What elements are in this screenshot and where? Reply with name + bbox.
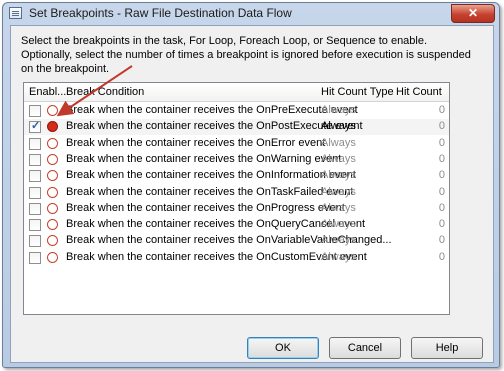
breakpoint-row[interactable]: Break when the container receives the On… (24, 136, 449, 152)
enabled-checkbox[interactable] (29, 219, 41, 232)
breakpoint-row[interactable]: Break when the container receives the On… (24, 168, 449, 184)
break-condition-text: Break when the container receives the On… (66, 136, 326, 149)
title-bar[interactable]: Set Breakpoints - Raw File Destination D… (3, 3, 499, 23)
dialog-body: Select the breakpoints in the task, For … (10, 25, 494, 363)
dialog-icon (9, 7, 22, 19)
breakpoint-icon (47, 170, 58, 182)
breakpoint-icon (47, 153, 58, 165)
hit-count-cell[interactable]: 0 (439, 218, 445, 230)
hit-count-type-cell[interactable]: Always (321, 120, 356, 132)
breakpoint-icon (47, 251, 58, 263)
hit-count-cell[interactable]: 0 (439, 251, 445, 263)
breakpoint-icon (47, 105, 58, 116)
hit-count-type-cell[interactable]: Always (321, 186, 356, 198)
breakpoint-icon (47, 121, 58, 133)
hit-count-cell[interactable]: 0 (439, 202, 445, 214)
grid-header: Enabl... Break Condition Hit Count Type … (24, 83, 449, 102)
hit-count-type-cell[interactable]: Always (321, 234, 356, 246)
hit-count-cell[interactable]: 0 (439, 137, 445, 149)
breakpoint-icon (47, 186, 58, 198)
breakpoint-row[interactable]: Break when the container receives the On… (24, 217, 449, 233)
window-title: Set Breakpoints - Raw File Destination D… (29, 6, 292, 20)
help-button[interactable]: Help (411, 337, 483, 359)
enabled-checkbox[interactable] (29, 153, 41, 166)
hit-count-type-cell[interactable]: Always (321, 202, 356, 214)
break-condition-text: Break when the container receives the On… (66, 185, 354, 198)
hit-count-cell[interactable]: 0 (439, 153, 445, 165)
hit-count-type-cell[interactable]: Always (321, 218, 356, 230)
hit-count-cell[interactable]: 0 (439, 234, 445, 246)
breakpoint-row[interactable]: Break when the container receives the On… (24, 119, 449, 136)
hit-count-type-cell[interactable]: Always (321, 137, 356, 149)
hit-count-cell[interactable]: 0 (439, 120, 445, 132)
break-condition-text: Break when the container receives the On… (66, 169, 356, 182)
cancel-button[interactable]: Cancel (329, 337, 401, 359)
column-header-hit-count[interactable]: Hit Count (396, 86, 442, 98)
breakpoint-row[interactable]: Break when the container receives the On… (24, 233, 449, 249)
enabled-checkbox[interactable] (29, 186, 41, 199)
breakpoint-icon (47, 235, 58, 247)
hit-count-cell[interactable]: 0 (439, 104, 445, 116)
breakpoints-grid: Enabl... Break Condition Hit Count Type … (23, 82, 450, 315)
breakpoint-icon (47, 219, 58, 231)
close-button[interactable]: ✕ (451, 4, 495, 23)
breakpoint-row[interactable]: Break when the container receives the On… (24, 250, 449, 266)
breakpoint-icon (47, 202, 58, 214)
column-header-break-condition[interactable]: Break Condition (66, 86, 144, 98)
breakpoint-row[interactable]: Break when the container receives the On… (24, 152, 449, 168)
enabled-checkbox[interactable] (29, 235, 41, 248)
break-condition-text: Break when the container receives the On… (66, 152, 342, 165)
enabled-checkbox[interactable] (29, 119, 41, 134)
hit-count-type-cell[interactable]: Always (321, 104, 356, 116)
enabled-checkbox[interactable] (29, 202, 41, 215)
break-condition-text: Break when the container receives the On… (66, 120, 363, 133)
enabled-checkbox[interactable] (29, 137, 41, 150)
breakpoint-row[interactable]: Break when the container receives the On… (24, 185, 449, 201)
hit-count-type-cell[interactable]: Always (321, 153, 356, 165)
grid-right-gutter (449, 82, 487, 313)
breakpoint-icon (47, 137, 58, 149)
breakpoint-row[interactable]: Break when the container receives the On… (24, 103, 449, 119)
hit-count-cell[interactable]: 0 (439, 169, 445, 181)
enabled-checkbox[interactable] (29, 170, 41, 183)
enabled-checkbox[interactable] (29, 105, 41, 117)
instructions-text: Select the breakpoints in the task, For … (21, 35, 471, 75)
break-condition-text: Break when the container receives the On… (66, 201, 345, 214)
breakpoint-row[interactable]: Break when the container receives the On… (24, 201, 449, 217)
column-header-enabled[interactable]: Enabl... (29, 86, 66, 98)
hit-count-cell[interactable]: 0 (439, 186, 445, 198)
hit-count-type-cell[interactable]: Always (321, 251, 356, 263)
break-condition-text: Break when the container receives the On… (66, 104, 358, 116)
set-breakpoints-dialog: Set Breakpoints - Raw File Destination D… (2, 2, 500, 368)
enabled-checkbox[interactable] (29, 251, 41, 264)
column-header-hit-count-type[interactable]: Hit Count Type (321, 86, 394, 98)
ok-button[interactable]: OK (247, 337, 319, 359)
hit-count-type-cell[interactable]: Always (321, 169, 356, 181)
